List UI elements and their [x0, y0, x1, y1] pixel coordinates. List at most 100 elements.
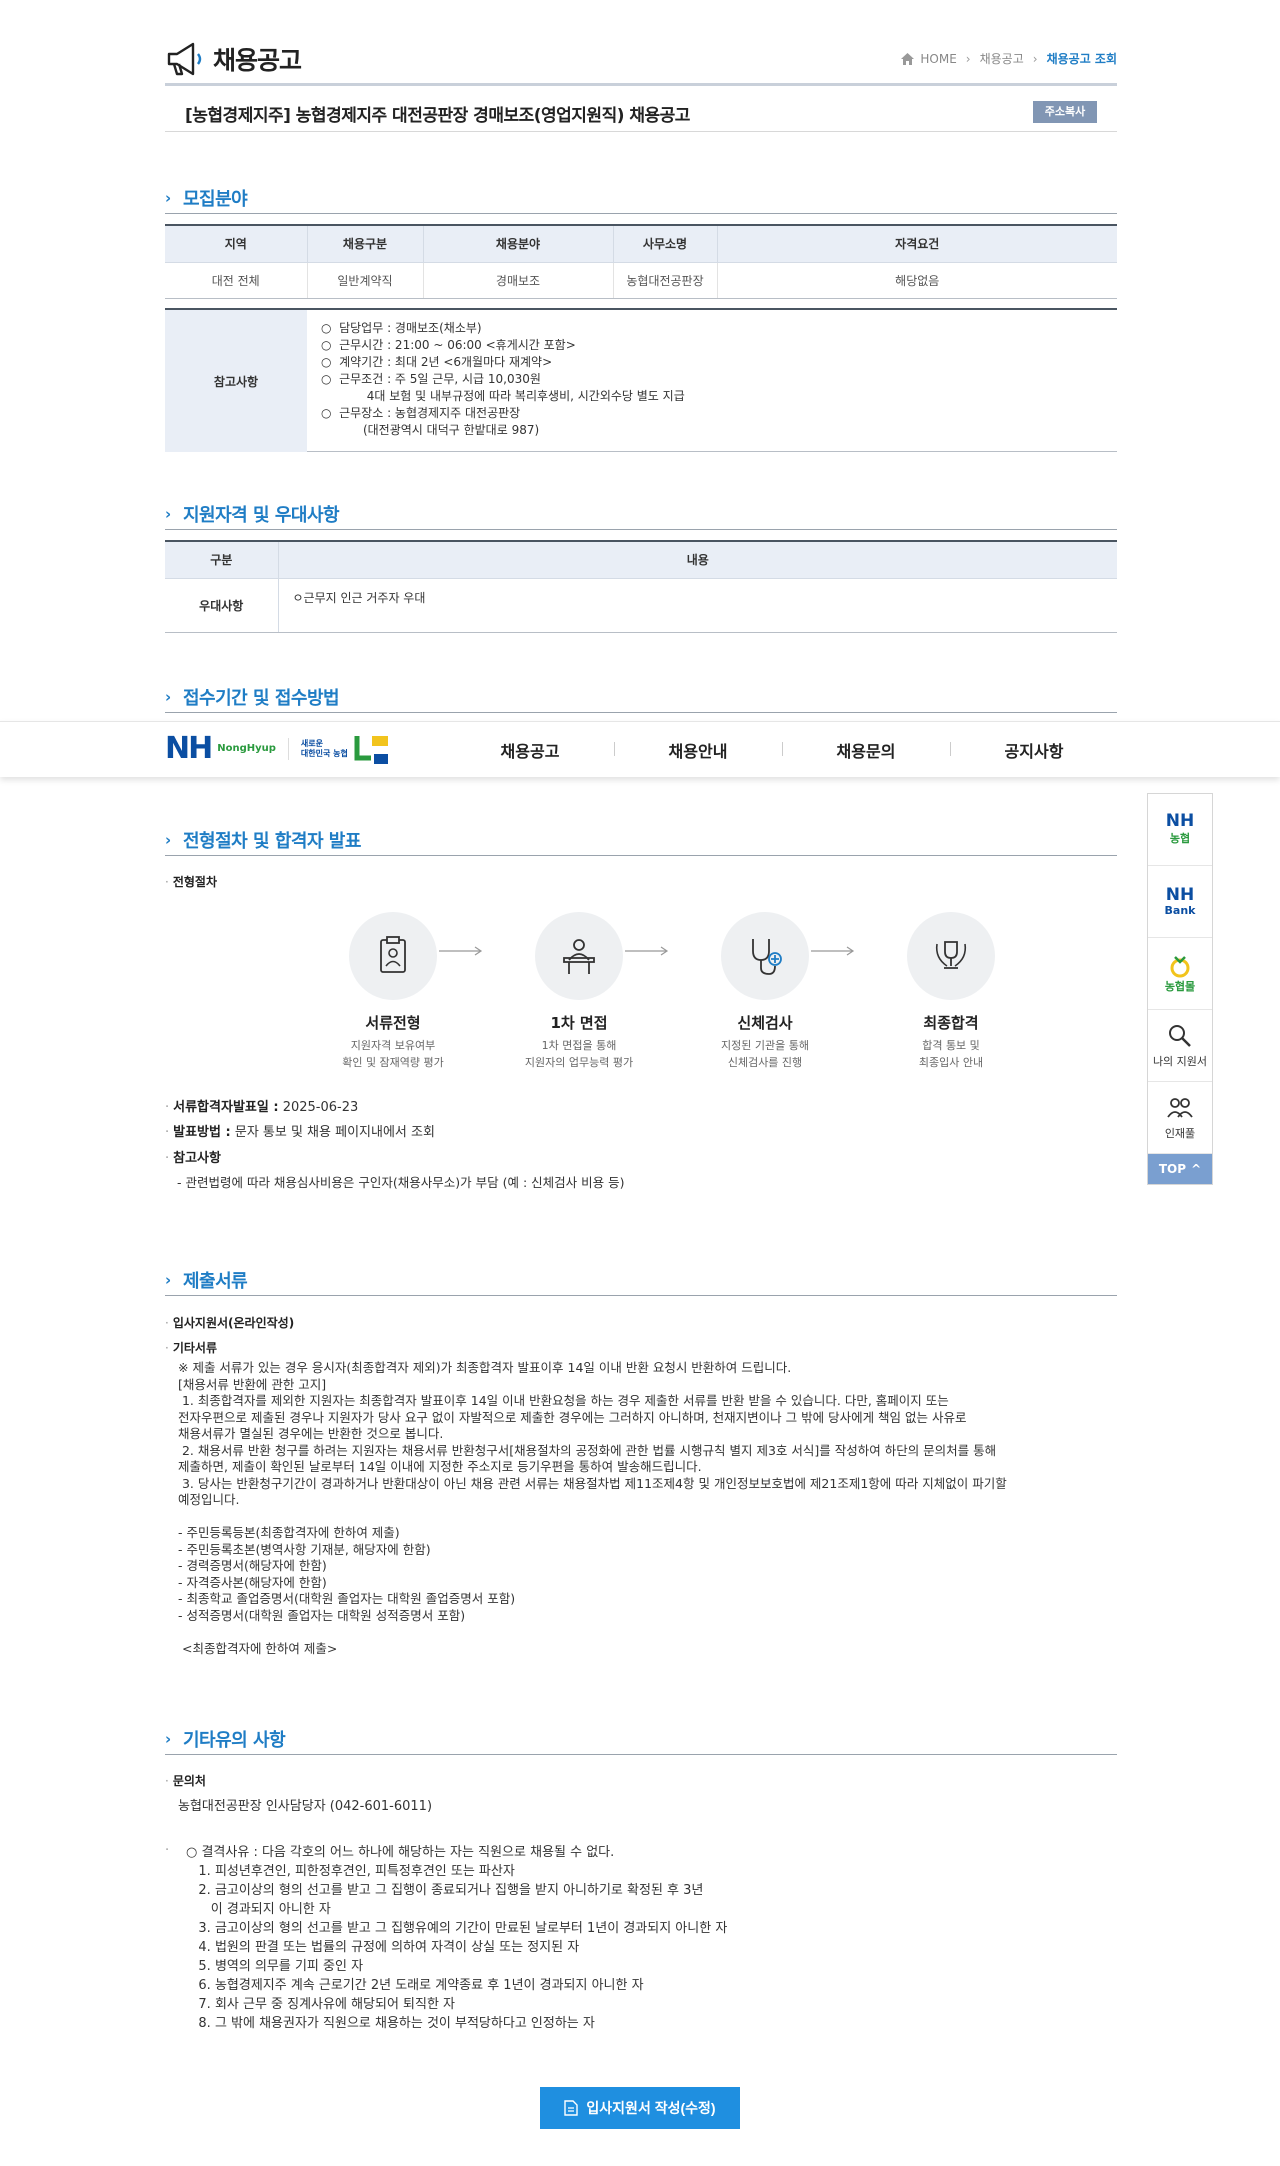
apply-button-label: 입사지원서 작성(수정): [586, 2100, 716, 2116]
section-title: 모집분야: [183, 189, 248, 210]
col-header: 지역: [165, 226, 308, 263]
step-desc-line: 지원자격 보유여부: [350, 1039, 436, 1052]
announce-method-line: · 발표방법 : 문자 통보 및 채용 페이지내에서 조회: [165, 1125, 435, 1140]
documents-body: ※ 제출 서류가 있는 경우 응시자(최종합격자 제외)가 최종합격자 발표이후…: [178, 1360, 1007, 1656]
step-desc-line: 지원자의 업무능력 평가: [524, 1056, 634, 1069]
documents-online-text: 입사지원서(온라인작성): [172, 1316, 295, 1330]
note-item: ○ 계약기간 : 최대 2년 <6개월마다 재계약>: [321, 355, 553, 369]
apply-form-button[interactable]: 입사지원서 작성(수정): [540, 2087, 740, 2129]
scroll-top-button[interactable]: TOP ^: [1148, 1154, 1212, 1184]
announce-date: 2025-06-23: [282, 1100, 359, 1115]
trophy-icon: [935, 941, 967, 969]
logo-slogan: 새로운 대한민국 농협: [301, 739, 348, 759]
col-header: 자격요건: [717, 226, 1117, 263]
stethoscope-icon: [752, 939, 782, 975]
copy-url-button[interactable]: 주소복사: [1033, 101, 1097, 123]
page-title: 채용공고: [165, 40, 302, 78]
table-cell: ㅇ근무지 인근 거주자 우대: [292, 590, 426, 605]
gnb-menu-inquiry[interactable]: 채용문의: [782, 738, 950, 762]
breadcrumb-home[interactable]: HOME: [920, 52, 956, 66]
quick-nonghyup-text: 농협: [1169, 832, 1191, 845]
step-desc-line: 신체검사를 진행: [727, 1056, 803, 1069]
procedure-steps: 서류전형 지원자격 보유여부 확인 및 잠재역량 평가 1차 면접 1차 면접을 …: [323, 912, 995, 1072]
top-label: TOP: [1158, 1162, 1187, 1176]
contact-label: · 문의처: [165, 1774, 206, 1788]
contact-label-text: 문의처: [172, 1774, 206, 1788]
chevron-right-icon: ›: [1032, 51, 1038, 66]
step-desc-line: 합격 통보 및: [922, 1039, 980, 1052]
etc-dash: ·: [165, 1843, 170, 1858]
chevron-up-icon: ^: [1191, 1162, 1202, 1176]
gnb-menu-notice[interactable]: 공지사항: [950, 738, 1118, 762]
method-label: 발표방법 :: [173, 1125, 231, 1140]
arrow-right-icon: [439, 946, 483, 956]
gnb-menu-guide[interactable]: 채용안내: [614, 738, 782, 762]
section-recruit: › 모집분야: [165, 184, 1117, 214]
step-desc: 지정된 기관을 통해 신체검사를 진행: [695, 1037, 835, 1071]
quick-talent-pool-label: 인재풀: [1164, 1126, 1196, 1140]
breadcrumb: HOME › 채용공고 › 채용공고 조회: [901, 50, 1117, 67]
chevron-right-icon: ›: [165, 1271, 172, 1289]
arrow-right-icon: [625, 946, 669, 956]
procedure-note-text: - 관련법령에 따라 채용심사비용은 구인자(채용사무소)가 부담 (예 : 신…: [177, 1175, 625, 1190]
people-icon: [1167, 1097, 1193, 1118]
breadcrumb-recruit[interactable]: 채용공고: [980, 50, 1024, 67]
announce-label: 서류합격자발표일 :: [173, 1100, 279, 1115]
procedure-note-line: · 참고사항: [165, 1151, 221, 1166]
gnb-menu-jobs[interactable]: 채용공고: [446, 738, 614, 762]
step-title: 최종합격: [923, 1014, 979, 1032]
slogan-line-1: 새로운: [300, 738, 323, 748]
chevron-right-icon: ›: [165, 831, 172, 849]
quick-my-application[interactable]: 나의 지원서: [1148, 1010, 1212, 1082]
step-title: 신체검사: [737, 1014, 793, 1032]
nonghyup-symbol-icon: [354, 735, 388, 764]
breadcrumb-current: 채용공고 조회: [1046, 52, 1117, 66]
arrow-right-icon: [811, 946, 855, 956]
section-title: 제출서류: [183, 1271, 248, 1292]
quick-nh-nonghyup[interactable]: NH 농협: [1148, 794, 1212, 866]
note-item: (대전광역시 대덕구 한밭대로 987): [321, 423, 540, 437]
table-cell: 경매보조: [423, 262, 614, 298]
col-header: 채용분야: [423, 226, 614, 263]
note-item: ○ 근무조건 : 주 5일 근무, 시급 10,030원: [321, 372, 541, 386]
chevron-right-icon: ›: [165, 189, 172, 207]
post-title-bar: [농협경제지주] 농협경제지주 대전공판장 경매보조(영업지원직) 채용공고 주…: [165, 92, 1117, 132]
section-title: 기타유의 사항: [183, 1730, 286, 1751]
col-header: 구분: [165, 542, 279, 579]
quick-menu: NH 농협 NH Bank 농협몰 나의 지원서 인재풀 TOP ^: [1147, 793, 1213, 1185]
quick-nh-mall[interactable]: 농협몰: [1148, 938, 1212, 1010]
quick-nh-bank[interactable]: NH Bank: [1148, 866, 1212, 938]
logo-nh-text: NH: [165, 731, 213, 766]
global-nav-bar: NH NongHyup 새로운 대한민국 농협 채용공고 채용안내 채용문의 공…: [0, 721, 1280, 777]
section-title: 접수기간 및 접수방법: [183, 688, 340, 709]
step-title: 1차 면접: [550, 1014, 608, 1032]
recruit-table: 지역 채용구분 채용분야 사무소명 자격요건 대전 전체 일반계약직 경매보조 …: [165, 224, 1117, 299]
note-table: 참고사항 ○ 담당업무 : 경매보조(채소부) ○ 근무시간 : 21:00 ~…: [165, 308, 1117, 452]
note-item: 4대 보험 및 내부규정에 따라 복리후생비, 시간외수당 별도 지급: [321, 389, 685, 403]
section-procedure: › 전형절차 및 합격자 발표: [165, 826, 1117, 856]
quick-bank-text: Bank: [1164, 903, 1196, 917]
method-value: 문자 통보 및 채용 페이지내에서 조회: [234, 1125, 435, 1140]
divider: [287, 737, 289, 760]
interview-podium-icon: [563, 939, 595, 974]
nh-logo[interactable]: NH NongHyup 새로운 대한민국 농협: [165, 731, 392, 766]
chevron-right-icon: ›: [965, 51, 971, 66]
quick-talent-pool[interactable]: 인재풀: [1148, 1082, 1212, 1154]
section-period: › 접수기간 및 접수방법: [165, 683, 1117, 713]
chevron-right-icon: ›: [165, 688, 172, 706]
quick-mall-text: 농협몰: [1164, 979, 1196, 993]
table-row: 대전 전체 일반계약직 경매보조 농협대전공판장 해당없음: [165, 262, 1117, 298]
quick-nh-text: NH: [1165, 884, 1195, 905]
table-cell: 농협대전공판장: [613, 262, 718, 298]
procedure-label: · 전형절차: [165, 875, 217, 889]
step-document: 서류전형 지원자격 보유여부 확인 및 잠재역량 평가: [323, 912, 463, 1071]
search-icon: [1169, 1024, 1191, 1047]
col-header: 내용: [278, 542, 1117, 579]
section-title: 지원자격 및 우대사항: [183, 505, 340, 526]
etc-body: ○ 결격사유 : 다음 각호의 어느 하나에 해당하는 자는 직원으로 채용될 …: [186, 1845, 728, 2031]
slogan-line-2: 대한민국 농협: [300, 748, 348, 758]
table-cell: 일반계약직: [307, 262, 424, 298]
quick-nh-text: NH: [1165, 811, 1195, 831]
documents-other: · 기타서류: [165, 1341, 217, 1355]
section-qualification: › 지원자격 및 우대사항: [165, 500, 1117, 530]
